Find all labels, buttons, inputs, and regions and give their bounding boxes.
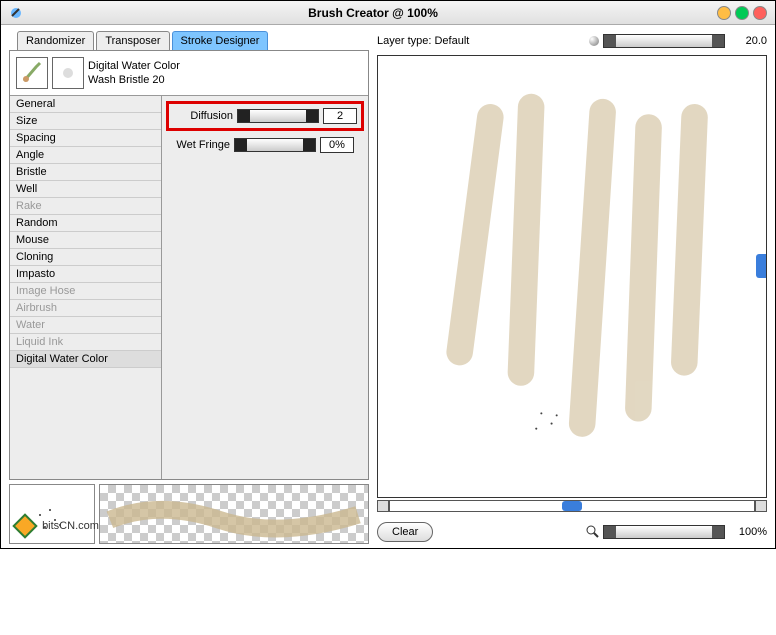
window-title: Brush Creator @ 100% bbox=[29, 6, 717, 20]
category-item[interactable]: Digital Water Color bbox=[10, 351, 161, 368]
wet-fringe-slider[interactable] bbox=[234, 138, 316, 152]
canvas-horizontal-scroll-track[interactable] bbox=[377, 498, 767, 514]
canvas-vertical-scroll[interactable] bbox=[756, 254, 767, 278]
canvas-horizontal-scroll-thumb[interactable] bbox=[562, 501, 582, 511]
maximize-button[interactable] bbox=[735, 6, 749, 20]
close-button[interactable] bbox=[753, 6, 767, 20]
category-item: Airbrush bbox=[10, 300, 161, 317]
wet-fringe-value[interactable]: 0% bbox=[320, 137, 354, 153]
layer-indicator-icon bbox=[589, 36, 599, 46]
app-icon bbox=[9, 6, 23, 20]
scroll-left-icon[interactable] bbox=[377, 500, 389, 512]
title-bar: Brush Creator @ 100% bbox=[1, 1, 775, 25]
brush-category-label: Digital Water Color bbox=[88, 59, 362, 73]
category-item[interactable]: Mouse bbox=[10, 232, 161, 249]
category-item[interactable]: Spacing bbox=[10, 130, 161, 147]
category-item[interactable]: Impasto bbox=[10, 266, 161, 283]
brush-canvas[interactable] bbox=[377, 55, 767, 498]
scroll-right-icon[interactable] bbox=[755, 500, 767, 512]
diffusion-slider[interactable] bbox=[237, 109, 319, 123]
category-item: Water bbox=[10, 317, 161, 334]
category-item: Image Hose bbox=[10, 283, 161, 300]
brush-variant-label: Wash Bristle 20 bbox=[88, 73, 362, 87]
diffusion-label: Diffusion bbox=[173, 110, 233, 122]
clear-button[interactable]: Clear bbox=[377, 522, 433, 542]
category-item: Liquid Ink bbox=[10, 334, 161, 351]
category-item[interactable]: Size bbox=[10, 113, 161, 130]
category-item[interactable]: Angle bbox=[10, 147, 161, 164]
designer-tabs: Randomizer Transposer Stroke Designer bbox=[17, 31, 369, 50]
layer-row: Layer type: Default 20.0 bbox=[377, 31, 767, 51]
wet-fringe-label: Wet Fringe bbox=[170, 139, 230, 151]
zoom-slider[interactable] bbox=[603, 525, 725, 539]
category-list: GeneralSizeSpacingAngleBristleWellRakeRa… bbox=[10, 96, 162, 479]
category-item[interactable]: Well bbox=[10, 181, 161, 198]
param-diffusion-row: Diffusion 2 bbox=[166, 101, 364, 131]
parameter-panel: Diffusion 2 Wet Fringe 0% bbox=[162, 96, 368, 479]
size-value: 20.0 bbox=[731, 35, 767, 47]
watermark: bitsCN.com bbox=[11, 512, 99, 540]
zoom-icon bbox=[585, 524, 599, 541]
diffusion-value[interactable]: 2 bbox=[323, 108, 357, 124]
category-item: Rake bbox=[10, 198, 161, 215]
tab-stroke-designer[interactable]: Stroke Designer bbox=[172, 31, 269, 50]
param-wet-fringe-row: Wet Fringe 0% bbox=[170, 137, 360, 153]
category-item[interactable]: Cloning bbox=[10, 249, 161, 266]
category-item[interactable]: General bbox=[10, 96, 161, 113]
window-buttons bbox=[717, 6, 767, 20]
zoom-value: 100% bbox=[731, 526, 767, 538]
stroke-preview bbox=[99, 484, 369, 544]
minimize-button[interactable] bbox=[717, 6, 731, 20]
brush-category-thumb[interactable] bbox=[16, 57, 48, 89]
brush-variant-thumb[interactable] bbox=[52, 57, 84, 89]
tab-transposer[interactable]: Transposer bbox=[96, 31, 169, 50]
tab-randomizer[interactable]: Randomizer bbox=[17, 31, 94, 50]
layer-type-label: Layer type: Default bbox=[377, 35, 589, 47]
category-item[interactable]: Bristle bbox=[10, 164, 161, 181]
size-slider[interactable] bbox=[603, 34, 725, 48]
category-item[interactable]: Random bbox=[10, 215, 161, 232]
brush-header: Digital Water Color Wash Bristle 20 bbox=[10, 51, 368, 96]
